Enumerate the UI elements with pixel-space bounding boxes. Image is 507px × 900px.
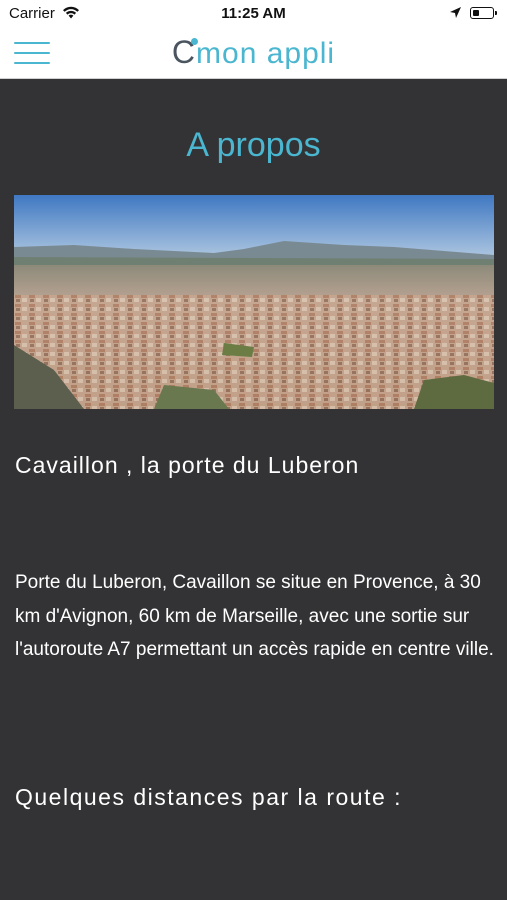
battery-icon [470, 7, 497, 19]
status-bar: Carrier 11:25 AM [0, 0, 507, 28]
navigation-bar: Cmon appli [0, 28, 507, 79]
logo-text: mon appli [196, 37, 336, 70]
app-logo: Cmon appli [0, 34, 507, 71]
section-heading: Cavaillon , la porte du Luberon [15, 452, 360, 478]
hero-image [14, 195, 494, 409]
clock-time: 11:25 AM [221, 5, 286, 22]
distances-heading: Quelques distances par la route : [15, 784, 403, 810]
location-arrow-icon [449, 6, 462, 23]
logo-dot [191, 38, 199, 45]
page-title: A propos [186, 126, 321, 164]
body-paragraph: Porte du Luberon, Cavaillon se situe en … [15, 572, 494, 660]
